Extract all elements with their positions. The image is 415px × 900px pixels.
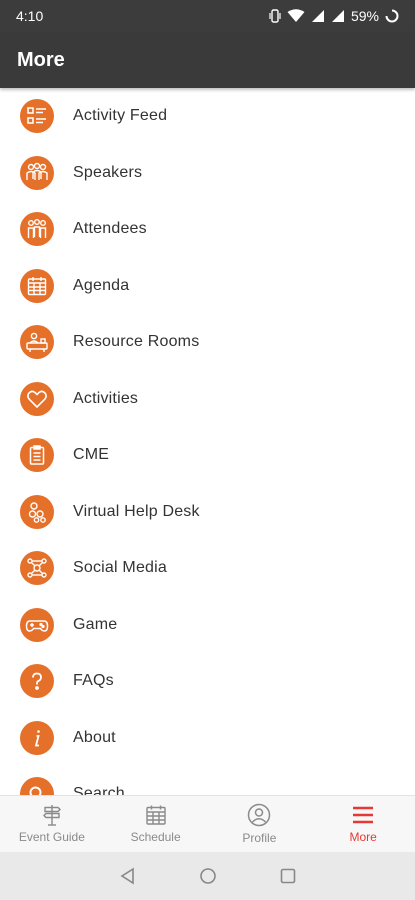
tab-label: More xyxy=(349,830,377,844)
tab-event-guide[interactable]: Event Guide xyxy=(0,796,104,852)
menu-item-label: Virtual Help Desk xyxy=(73,502,200,520)
calendar-icon xyxy=(145,804,167,826)
tab-label: Profile xyxy=(242,831,277,845)
profile-icon xyxy=(247,803,271,827)
attendees-icon xyxy=(20,212,54,247)
social-media-icon xyxy=(20,551,54,586)
menu-item-virtual-help-desk[interactable]: Virtual Help Desk xyxy=(0,484,415,541)
menu-item-label: Social Media xyxy=(73,559,168,577)
menu-item-label: Game xyxy=(73,615,118,633)
recents-icon[interactable] xyxy=(279,867,297,885)
question-icon xyxy=(20,664,54,699)
menu-item-label: Search xyxy=(73,785,125,795)
heart-icon xyxy=(20,381,54,416)
menu-item-attendees[interactable]: Attendees xyxy=(0,201,415,258)
back-icon[interactable] xyxy=(119,867,137,885)
menu-item-label: Resource Rooms xyxy=(73,333,200,351)
tab-more[interactable]: More xyxy=(311,796,415,852)
menu-item-activities[interactable]: Activities xyxy=(0,371,415,428)
menu-item-speakers[interactable]: Speakers xyxy=(0,145,415,202)
menu-item-label: FAQs xyxy=(73,672,114,690)
status-icons: 59% xyxy=(269,8,399,24)
menu-item-activity-feed[interactable]: Activity Feed xyxy=(0,88,415,145)
help-desk-icon xyxy=(20,494,54,529)
menu-item-label: Activity Feed xyxy=(73,107,168,125)
clipboard-icon xyxy=(20,438,54,473)
menu-item-label: Agenda xyxy=(73,276,130,294)
signpost-icon xyxy=(41,804,63,826)
tab-label: Event Guide xyxy=(18,830,85,844)
menu-icon xyxy=(351,804,375,826)
menu-item-label: About xyxy=(73,728,116,746)
menu-item-agenda[interactable]: Agenda xyxy=(0,258,415,315)
signal-icon xyxy=(331,9,345,23)
menu-item-faqs[interactable]: FAQs xyxy=(0,653,415,710)
tab-label: Schedule xyxy=(130,830,181,844)
app-bar: More xyxy=(0,32,415,88)
menu-item-label: Attendees xyxy=(73,220,147,238)
menu-item-label: CME xyxy=(73,446,110,464)
wifi-icon xyxy=(287,9,305,23)
system-nav-bar xyxy=(0,852,415,900)
tab-profile[interactable]: Profile xyxy=(208,796,312,852)
status-bar: 4:10 59% xyxy=(0,0,415,32)
signal-icon xyxy=(311,9,325,23)
bottom-nav: Event Guide Schedule Profile More xyxy=(0,795,415,852)
home-icon[interactable] xyxy=(199,867,217,885)
menu-item-search[interactable]: Search xyxy=(0,766,415,795)
speakers-icon xyxy=(20,155,54,190)
page-title: More xyxy=(17,48,65,71)
menu-item-label: Activities xyxy=(73,389,139,407)
battery-saver-icon xyxy=(385,9,399,23)
info-icon xyxy=(20,720,54,755)
menu-item-label: Speakers xyxy=(73,163,143,181)
menu-item-about[interactable]: About xyxy=(0,710,415,767)
menu-item-game[interactable]: Game xyxy=(0,597,415,654)
menu-item-social-media[interactable]: Social Media xyxy=(0,540,415,597)
gamepad-icon xyxy=(20,607,54,642)
agenda-icon xyxy=(20,268,54,303)
menu-item-resource-rooms[interactable]: Resource Rooms xyxy=(0,314,415,371)
menu-list[interactable]: Activity Feed Speakers Attendees Agenda … xyxy=(0,88,415,795)
menu-item-cme[interactable]: CME xyxy=(0,427,415,484)
activity-feed-icon xyxy=(20,99,54,134)
tab-schedule[interactable]: Schedule xyxy=(104,796,208,852)
battery-percent: 59% xyxy=(350,8,379,24)
resource-rooms-icon xyxy=(20,325,54,360)
search-icon xyxy=(20,777,54,795)
vibrate-icon xyxy=(269,9,281,23)
status-time: 4:10 xyxy=(16,8,44,24)
